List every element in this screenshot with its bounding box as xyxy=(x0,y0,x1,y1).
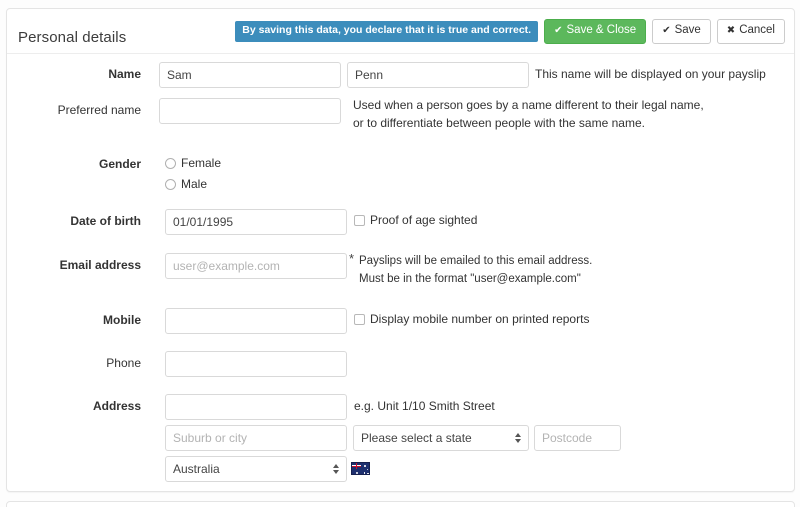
last-name-input[interactable] xyxy=(347,62,529,88)
email-help-line1: Payslips will be emailed to this email a… xyxy=(359,255,593,267)
gender-female-label: Female xyxy=(181,156,222,170)
row-mobile: Mobile Display mobile number on printed … xyxy=(7,303,794,346)
display-mobile-checkbox-group[interactable]: Display mobile number on printed reports xyxy=(354,312,589,326)
cancel-button[interactable]: ✖ Cancel xyxy=(716,19,785,44)
save-label: Save xyxy=(674,24,701,36)
save-and-close-label: Save & Close xyxy=(566,24,637,36)
date-of-birth-label: Date of birth xyxy=(70,214,141,228)
personal-details-form: Name This name will be displayed on your… xyxy=(7,54,794,482)
display-mobile-label: Display mobile number on printed reports xyxy=(370,312,590,326)
row-preferred-name: Preferred name Used when a person goes b… xyxy=(7,94,794,150)
select-arrows-icon xyxy=(515,433,521,443)
preferred-name-input[interactable] xyxy=(159,98,341,124)
mobile-label: Mobile xyxy=(103,313,141,327)
email-label: Email address xyxy=(59,258,141,272)
gender-label: Gender xyxy=(98,157,141,171)
personal-details-page: Personal details By saving this data, yo… xyxy=(0,0,800,507)
street-address-help: e.g. Unit 1/10 Smith Street xyxy=(354,399,495,413)
display-mobile-checkbox[interactable] xyxy=(354,313,365,325)
email-help-line2: Must be in the format "user@example.com" xyxy=(359,273,581,285)
proof-of-age-label: Proof of age sighted xyxy=(370,213,478,227)
header-actions: By saving this data, you declare that it… xyxy=(235,19,785,44)
next-card-placeholder xyxy=(6,501,795,507)
row-name: Name This name will be displayed on your… xyxy=(7,54,794,94)
postcode-input[interactable] xyxy=(534,425,621,451)
email-input[interactable] xyxy=(165,253,347,279)
gender-male-label: Male xyxy=(181,177,208,191)
check-icon: ✔ xyxy=(554,24,563,36)
row-email: Email address * Payslips will be emailed… xyxy=(7,249,794,303)
name-label: Name xyxy=(108,67,141,81)
preferred-name-help-line2: or to differentiate between people with … xyxy=(353,116,645,130)
card-header: Personal details By saving this data, yo… xyxy=(7,9,794,54)
date-of-birth-input[interactable] xyxy=(165,209,347,235)
row-date-of-birth: Date of birth Proof of age sighted xyxy=(7,204,794,249)
name-help-text: This name will be displayed on your pays… xyxy=(535,67,766,81)
declaration-banner: By saving this data, you declare that it… xyxy=(235,21,539,42)
check-icon: ✔ xyxy=(662,24,671,36)
suburb-input[interactable] xyxy=(165,425,347,451)
row-phone: Phone xyxy=(7,346,794,388)
gender-option-female[interactable]: Female xyxy=(165,156,221,170)
radio-female-icon[interactable] xyxy=(165,157,176,169)
close-icon: ✖ xyxy=(726,24,736,36)
preferred-name-help-line1: Used when a person goes by a name differ… xyxy=(353,98,704,112)
first-name-input[interactable] xyxy=(159,62,341,88)
phone-input[interactable] xyxy=(165,351,347,377)
cancel-label: Cancel xyxy=(739,24,775,36)
email-required-marker: * xyxy=(349,251,355,266)
proof-of-age-checkbox-group[interactable]: Proof of age sighted xyxy=(354,213,477,227)
address-label: Address xyxy=(92,399,141,413)
state-select-value: Please select a state xyxy=(361,431,472,445)
street-address-input[interactable] xyxy=(165,394,347,420)
proof-of-age-checkbox[interactable] xyxy=(354,214,365,226)
state-select[interactable]: Please select a state xyxy=(353,425,529,451)
country-select[interactable]: Australia xyxy=(165,456,347,482)
preferred-name-label: Preferred name xyxy=(57,103,141,117)
row-gender: Gender Female Male xyxy=(7,150,794,204)
radio-male-icon[interactable] xyxy=(165,178,176,190)
row-address: Address e.g. Unit 1/10 Smith Street Plea… xyxy=(7,388,794,482)
australia-flag-icon xyxy=(351,462,370,475)
phone-label: Phone xyxy=(106,356,141,370)
country-select-value: Australia xyxy=(173,462,220,476)
select-arrows-icon xyxy=(333,464,339,474)
mobile-input[interactable] xyxy=(165,308,347,334)
save-button[interactable]: ✔ Save xyxy=(652,19,711,44)
page-title: Personal details xyxy=(18,29,127,46)
personal-details-card: Personal details By saving this data, yo… xyxy=(6,8,795,492)
gender-option-male[interactable]: Male xyxy=(165,177,207,191)
save-and-close-button[interactable]: ✔ Save & Close xyxy=(544,19,647,44)
